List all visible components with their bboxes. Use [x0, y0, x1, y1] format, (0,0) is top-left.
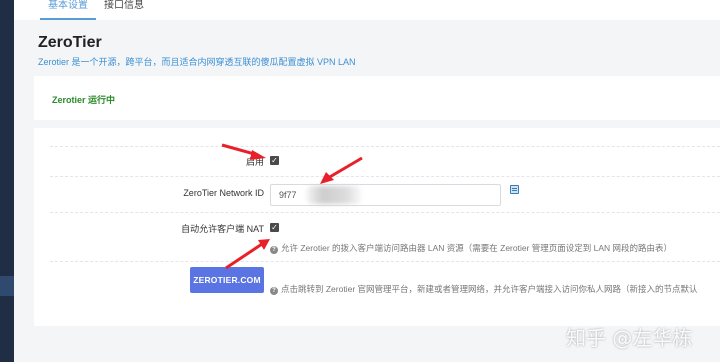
divider — [50, 146, 720, 147]
nat-label: 自动允许客户端 NAT — [181, 224, 264, 234]
status-card: Zerotier 运行中 — [34, 76, 720, 120]
divider — [50, 261, 720, 262]
nat-help-text: ? 允许 Zerotier 的拨入客户端访问路由器 LAN 资源（需要在 Zero… — [270, 242, 672, 254]
zerotier-com-button[interactable]: ZEROTIER.COM — [190, 267, 264, 293]
question-icon: ? — [270, 246, 278, 254]
divider — [50, 212, 720, 213]
status-text: Zerotier 运行中 — [52, 95, 116, 105]
nat-help-content: 允许 Zerotier 的拨入客户端访问路由器 LAN 资源（需要在 Zerot… — [281, 243, 673, 253]
watermark: 知乎 @左华栋 — [566, 326, 693, 350]
tab-interface-info[interactable]: 接口信息 — [104, 0, 144, 20]
button-help-content: 点击跳转到 Zerotier 官网管理平台，新建或者管理网络，并允许客户端接入访… — [281, 284, 698, 294]
settings-card: 启用 ✓ ZeroTier Network ID 自动允许客户端 NAT ✓ ?… — [34, 128, 720, 326]
page-description: Zerotier 是一个开源，跨平台，而且适合内网穿透互联的傻瓜配置虚拟 VPN… — [38, 57, 356, 67]
page-title: ZeroTier — [38, 34, 102, 51]
enable-checkbox[interactable]: ✓ — [270, 156, 279, 165]
sidebar — [0, 0, 14, 362]
tab-bar: 基本设置 接口信息 — [14, 0, 720, 20]
button-help-text: ? 点击跳转到 Zerotier 官网管理平台，新建或者管理网络，并允许客户端接入… — [270, 283, 698, 295]
question-icon: ? — [270, 287, 278, 295]
network-id-label: ZeroTier Network ID — [183, 188, 264, 198]
notes-icon[interactable] — [510, 185, 519, 194]
nat-checkbox[interactable]: ✓ — [270, 223, 279, 232]
tab-basic-settings[interactable]: 基本设置 — [40, 0, 96, 20]
redaction-blur — [306, 186, 362, 204]
sidebar-active-item[interactable] — [0, 276, 14, 296]
network-id-input[interactable] — [270, 184, 501, 206]
enable-label: 启用 — [245, 157, 264, 167]
divider — [50, 176, 720, 177]
